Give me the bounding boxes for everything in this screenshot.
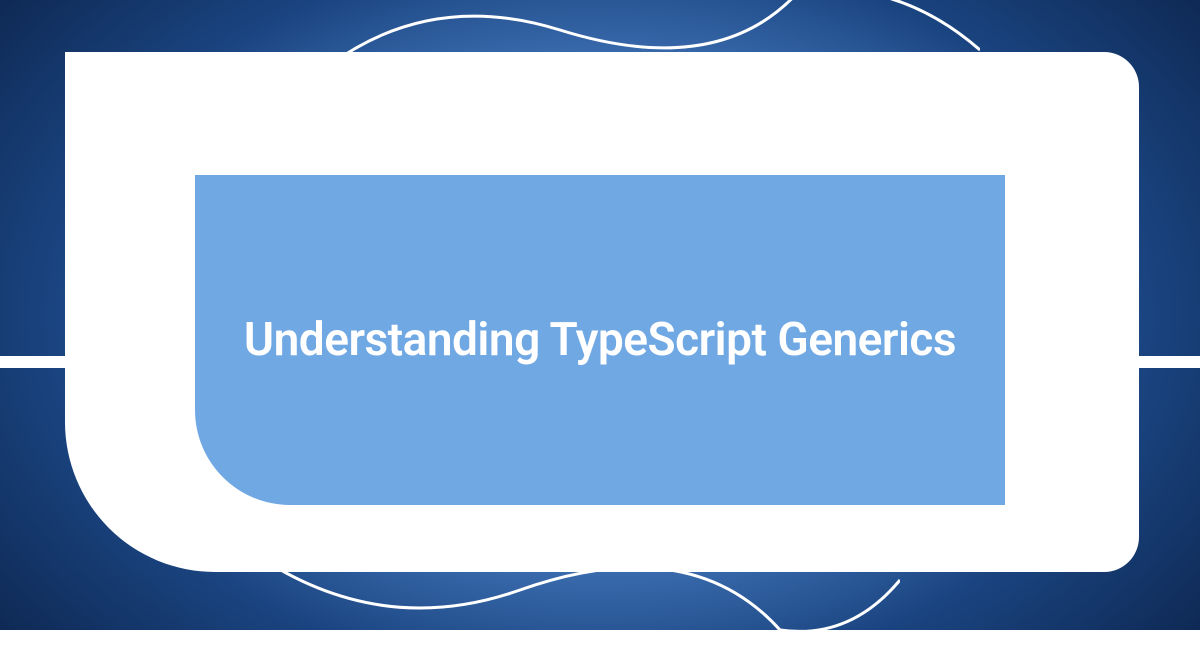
- inner-card-panel: Understanding TypeScript Generics: [195, 175, 1005, 505]
- page-title: Understanding TypeScript Generics: [244, 313, 956, 367]
